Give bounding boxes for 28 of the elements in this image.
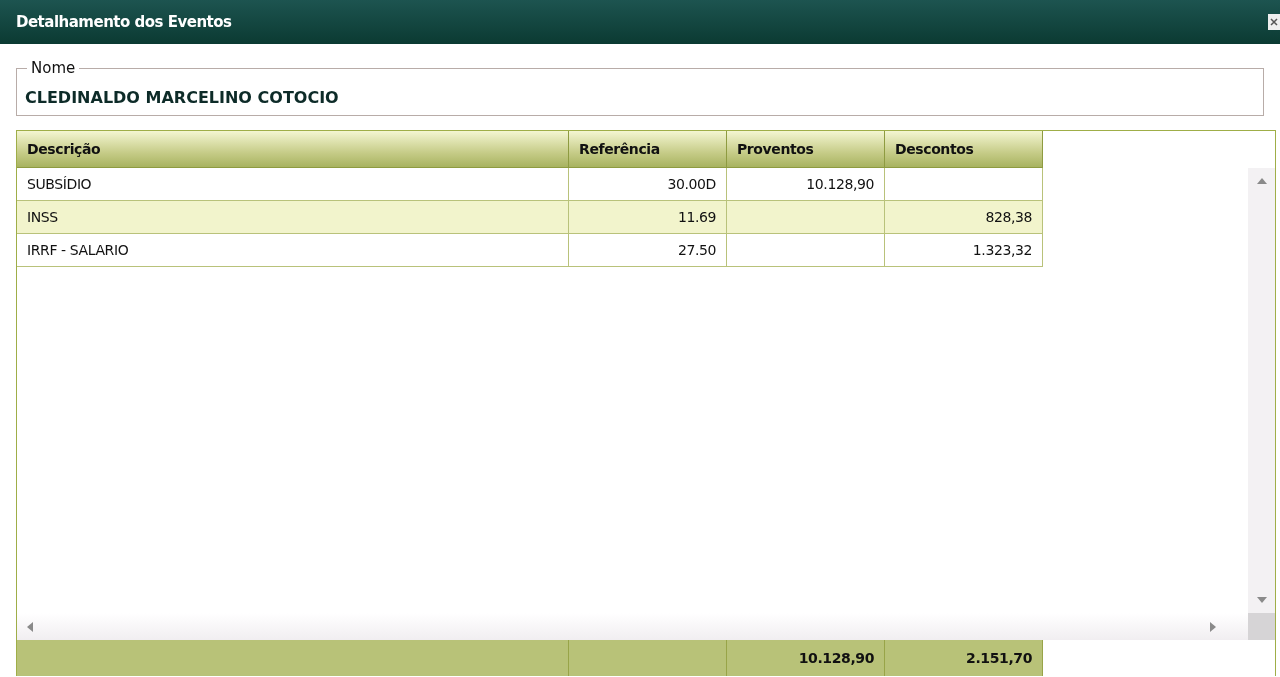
column-header[interactable]: Descrição: [17, 131, 569, 168]
table-cell: 27.50: [677, 242, 716, 258]
vertical-scrollbar[interactable]: [1248, 168, 1275, 613]
total-cell: 2.151,70: [885, 640, 1043, 676]
table-cell: 828,38: [985, 209, 1032, 225]
employee-name: CLEDINALDO MARCELINO COTOCIO: [25, 88, 339, 107]
column-header[interactable]: Descontos: [885, 131, 1043, 168]
table-cell: IRRF - SALARIO: [27, 242, 129, 258]
column-header[interactable]: Referência: [569, 131, 727, 168]
window-title: Detalhamento dos Eventos: [16, 13, 232, 31]
table-cell: 1.323,32: [972, 242, 1032, 258]
column-header[interactable]: Proventos: [727, 131, 885, 168]
table-row[interactable]: IRRF - SALARIO 27.50 1.323,32: [17, 234, 1248, 267]
total-cell: 10.128,90: [727, 640, 885, 676]
table-cell: 10.128,90: [806, 176, 874, 192]
scroll-left-icon[interactable]: [27, 621, 33, 632]
table-cell: 11.69: [677, 209, 716, 225]
close-icon: [1269, 17, 1279, 27]
table-cell: SUBSÍDIO: [27, 176, 92, 192]
table-cell: 30.00D: [667, 176, 716, 192]
scroll-up-icon[interactable]: [1256, 178, 1267, 184]
close-button[interactable]: [1268, 14, 1280, 30]
table-row[interactable]: INSS 11.69 828,38: [17, 201, 1248, 234]
scroll-right-icon[interactable]: [1210, 621, 1216, 632]
table-row[interactable]: SUBSÍDIO 30.00D 10.128,90: [17, 168, 1248, 201]
scroll-down-icon[interactable]: [1256, 597, 1267, 603]
scrollbar-corner: [1248, 613, 1275, 640]
table-cell: INSS: [27, 209, 58, 225]
